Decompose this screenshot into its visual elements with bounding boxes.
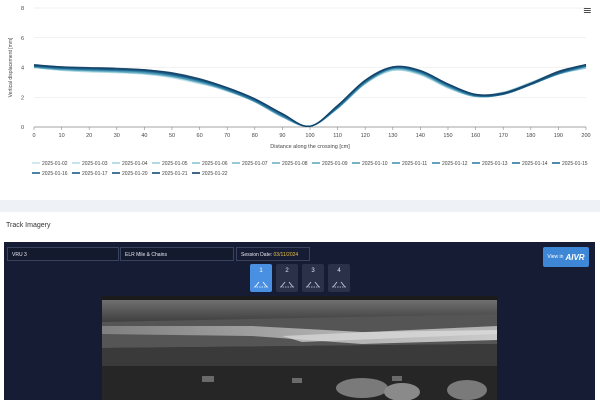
series-line (33, 65, 587, 127)
x-tick-label: 30 (114, 133, 120, 139)
camera-angle-icon (254, 281, 268, 288)
x-tick-label: 80 (252, 133, 258, 139)
x-tick-label: 110 (333, 133, 342, 139)
series-line (33, 66, 587, 127)
legend-item[interactable]: 2025-01-15 (562, 161, 588, 167)
x-tick-label: 130 (388, 133, 397, 139)
series-line (33, 65, 587, 127)
legend-item[interactable]: 2025-01-13 (482, 161, 508, 167)
legend-item[interactable]: 2025-01-17 (82, 171, 108, 177)
x-tick-label: 70 (224, 133, 230, 139)
legend-item[interactable]: 2025-01-04 (122, 161, 148, 167)
x-tick-label: 60 (197, 133, 203, 139)
camera-angle-icon (280, 281, 294, 288)
displacement-chart-card: ≡ 0 2 4 6 8 0 10 20 30 40 50 60 70 80 90 100 110 120 130 14… (0, 0, 600, 200)
x-tick-label: 150 (443, 133, 452, 139)
view-in-aivr-button[interactable]: View in AIVR (543, 247, 589, 267)
camera-button-label: 1 (259, 268, 263, 274)
session-date-value: 03/11/2024 (273, 252, 299, 258)
imagery-panel: VRU 3 ELR Mile & Chains Session Date: 03… (4, 242, 595, 400)
displacement-chart: 024680 10 20 30 40 50 60 70 80 90 100 110 120 130 140 1… (8, 6, 591, 177)
x-tick-label: 200 (581, 133, 590, 139)
series-line (33, 63, 587, 127)
series-line (33, 65, 587, 127)
x-tick-label: 20 (86, 133, 92, 139)
legend-item[interactable]: 2025-01-11 (402, 161, 427, 167)
legend-item[interactable]: 2025-01-08 (282, 161, 308, 167)
series-line (33, 65, 587, 127)
series-line (33, 66, 587, 127)
camera-button-2[interactable]: 2 (276, 264, 298, 292)
camera-button-label: 3 (311, 268, 315, 274)
track-imagery-card: Track Imagery VRU 3 ELR Mile & Chains Se… (0, 212, 600, 400)
x-tick-label: 100 (305, 133, 314, 139)
legend-item[interactable]: 2025-01-02 (42, 161, 68, 167)
legend-item[interactable]: 2025-01-06 (202, 161, 228, 167)
x-tick-label: 50 (169, 133, 175, 139)
y-tick-label: 6 (21, 36, 24, 42)
series-line (33, 66, 587, 127)
legend-item[interactable]: 2025-01-20 (122, 171, 148, 177)
hamburger-menu-icon[interactable]: ≡ (583, 4, 592, 17)
elr-field[interactable]: ELR Mile & Chains (120, 247, 234, 261)
session-date: Session Date: 03/11/2024 (236, 247, 310, 261)
legend-item[interactable]: 2025-01-07 (242, 161, 268, 167)
y-tick-label: 0 (21, 125, 24, 131)
series-line (33, 64, 587, 127)
y-tick-label: 2 (21, 95, 24, 101)
track-imagery-title: Track Imagery (6, 222, 51, 229)
legend-item[interactable]: 2025-01-10 (362, 161, 388, 167)
y-tick-label: 8 (21, 6, 24, 12)
x-axis-label: Distance along the crossing [cm] (270, 144, 350, 150)
series-line (33, 66, 587, 127)
legend-item[interactable]: 2025-01-12 (442, 161, 468, 167)
legend-item[interactable]: 2025-01-05 (162, 161, 188, 167)
section-divider (0, 200, 600, 212)
legend-item[interactable]: 2025-01-09 (322, 161, 348, 167)
aivr-button-prefix: View in (547, 254, 564, 260)
x-tick-label: 10 (59, 133, 65, 139)
x-tick-label: 0 (32, 133, 35, 139)
legend-item[interactable]: 2025-01-21 (162, 171, 188, 177)
series-line (33, 63, 587, 127)
x-tick-label: 140 (416, 133, 425, 139)
legend-item[interactable]: 2025-01-22 (202, 171, 228, 177)
series-line (33, 65, 587, 127)
x-tick-label: 40 (141, 133, 147, 139)
series-line (33, 64, 587, 127)
series-line (33, 65, 587, 128)
legend-item[interactable]: 2025-01-03 (82, 161, 108, 167)
y-tick-label: 4 (21, 66, 24, 72)
x-tick-label: 120 (361, 133, 370, 139)
legend-item[interactable]: 2025-01-14 (522, 161, 548, 167)
camera-button-3[interactable]: 3 (302, 264, 324, 292)
x-tick-label: 170 (499, 133, 508, 139)
y-axis-label: Vertical displacement [mm] (8, 37, 14, 97)
camera-button-1[interactable]: 1 (250, 264, 272, 292)
series-line (33, 64, 587, 127)
series-line (33, 63, 587, 127)
camera-button-label: 4 (337, 268, 341, 274)
series-line (33, 65, 587, 127)
track-image (102, 296, 497, 400)
x-tick-label: 190 (554, 133, 563, 139)
aivr-logo: AIVR (565, 252, 585, 262)
x-tick-label: 160 (471, 133, 480, 139)
camera-angle-icon (306, 281, 320, 288)
camera-button-label: 2 (285, 268, 289, 274)
vru-field[interactable]: VRU 3 (7, 247, 119, 261)
session-date-label: Session Date: (241, 252, 273, 258)
x-tick-label: 90 (279, 133, 285, 139)
camera-button-4[interactable]: 4 (328, 264, 350, 292)
legend-item[interactable]: 2025-01-16 (42, 171, 68, 177)
x-tick-label: 180 (526, 133, 535, 139)
camera-angle-icon (332, 281, 346, 288)
series-line (33, 65, 587, 127)
